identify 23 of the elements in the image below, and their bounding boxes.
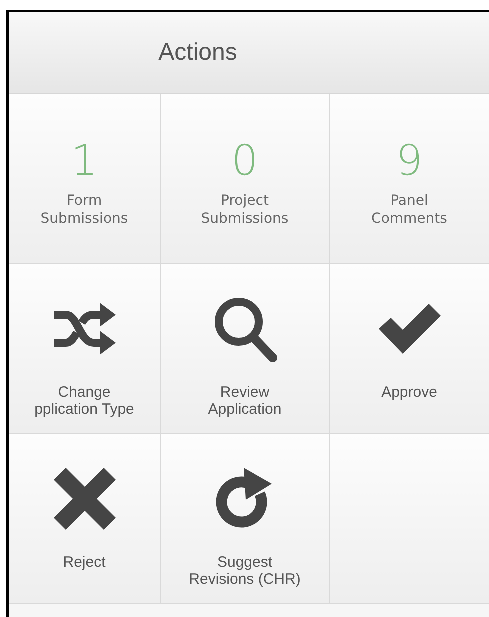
search-icon <box>213 296 277 362</box>
action-tile[interactable]: Change pplication Type <box>9 264 160 433</box>
action-tile[interactable]: Approve <box>330 264 489 433</box>
tile-label: Form Submissions <box>40 192 128 228</box>
counter-tile[interactable]: 0 Project Submissions <box>161 94 329 263</box>
action-tile[interactable]: Review Application <box>161 264 329 433</box>
tile-label: Panel Comments <box>372 192 448 228</box>
count-number: 9 <box>396 138 423 184</box>
count-number: 1 <box>71 138 98 184</box>
tile-label: Reject <box>63 554 106 571</box>
tile-label: Suggest Revisions (CHR) <box>189 554 301 588</box>
action-tile[interactable]: Suggest Revisions (CHR) <box>161 434 329 603</box>
tile-label: Project Submissions <box>201 192 289 228</box>
action-tile[interactable]: Reject <box>9 434 160 603</box>
counter-tile[interactable]: 9 Panel Comments <box>330 94 489 263</box>
tile-label: Approve <box>382 384 438 401</box>
close-icon <box>54 468 116 530</box>
tile-label: Change pplication Type <box>34 384 134 418</box>
count-number: 0 <box>232 138 258 184</box>
panel-title: Actions <box>158 38 238 66</box>
counter-tile[interactable]: 1 Form Submissions <box>9 94 160 263</box>
tile-label: Review Application <box>208 384 282 418</box>
check-icon <box>376 303 442 355</box>
